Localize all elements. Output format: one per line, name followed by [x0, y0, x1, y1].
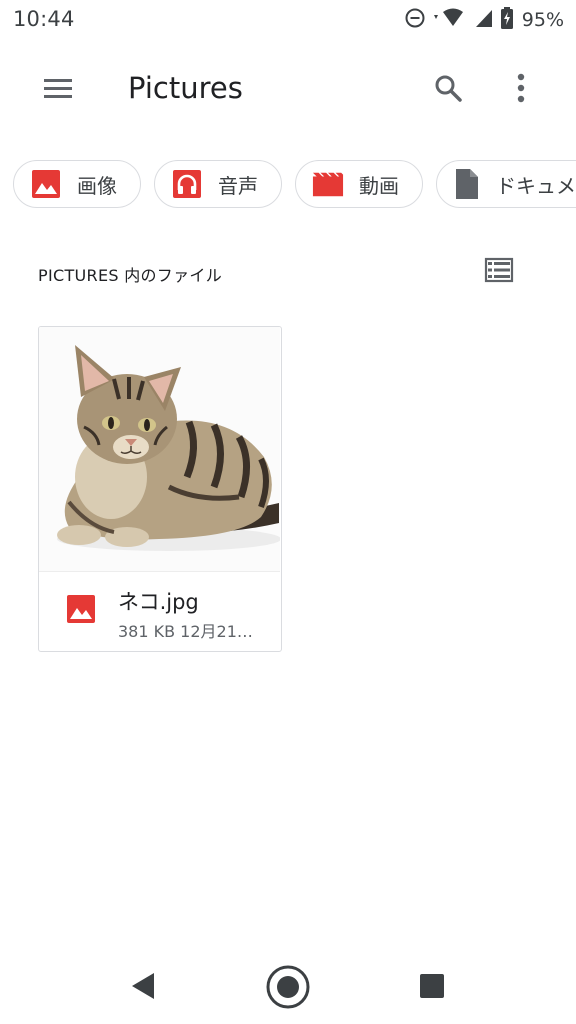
- status-time: 10:44: [13, 7, 75, 31]
- category-chips: 画像 音声 動画 ドキュメ: [0, 160, 576, 214]
- movie-icon: [312, 168, 344, 200]
- app-bar: Pictures: [0, 60, 576, 120]
- recents-icon[interactable]: [418, 972, 446, 1000]
- page-title: Pictures: [128, 71, 243, 105]
- do-not-disturb-icon: [404, 7, 426, 33]
- file-card[interactable]: ネコ.jpg 381 KB 12月21…: [38, 326, 282, 652]
- headphones-icon: [171, 168, 203, 200]
- chip-documents[interactable]: ドキュメント: [436, 160, 576, 208]
- battery-percentage: 95%: [521, 9, 564, 31]
- view-toggle-button[interactable]: [482, 256, 516, 288]
- image-icon: [66, 594, 98, 626]
- search-button[interactable]: [428, 72, 468, 108]
- list-view-icon: [484, 257, 514, 287]
- file-name: ネコ.jpg: [118, 590, 199, 614]
- status-bar: 10:44 95%: [0, 0, 576, 40]
- menu-button[interactable]: [38, 74, 78, 106]
- menu-icon: [42, 77, 74, 103]
- battery-charging-icon: [500, 7, 514, 33]
- chip-audio[interactable]: 音声: [154, 160, 282, 208]
- chip-label: 音声: [218, 173, 258, 198]
- chip-label: 画像: [77, 173, 117, 198]
- more-options-button[interactable]: [506, 72, 536, 108]
- chip-label: 動画: [359, 173, 399, 198]
- chip-images[interactable]: 画像: [13, 160, 141, 208]
- back-icon[interactable]: [128, 970, 158, 1002]
- home-icon[interactable]: [265, 964, 311, 1010]
- chip-label: ドキュメント: [496, 173, 576, 198]
- search-icon: [433, 73, 463, 107]
- signal-icon: [474, 7, 494, 33]
- file-meta: 381 KB 12月21…: [118, 622, 253, 641]
- document-icon: [453, 168, 481, 200]
- wifi-icon: [432, 7, 468, 33]
- more-vert-icon: [516, 73, 526, 107]
- chip-videos[interactable]: 動画: [295, 160, 423, 208]
- status-icons: 95%: [404, 7, 564, 33]
- file-thumbnail: [39, 327, 280, 572]
- navigation-bar: [0, 952, 576, 1024]
- section-header: PICTURES 内のファイル: [38, 266, 222, 285]
- image-icon: [30, 168, 62, 200]
